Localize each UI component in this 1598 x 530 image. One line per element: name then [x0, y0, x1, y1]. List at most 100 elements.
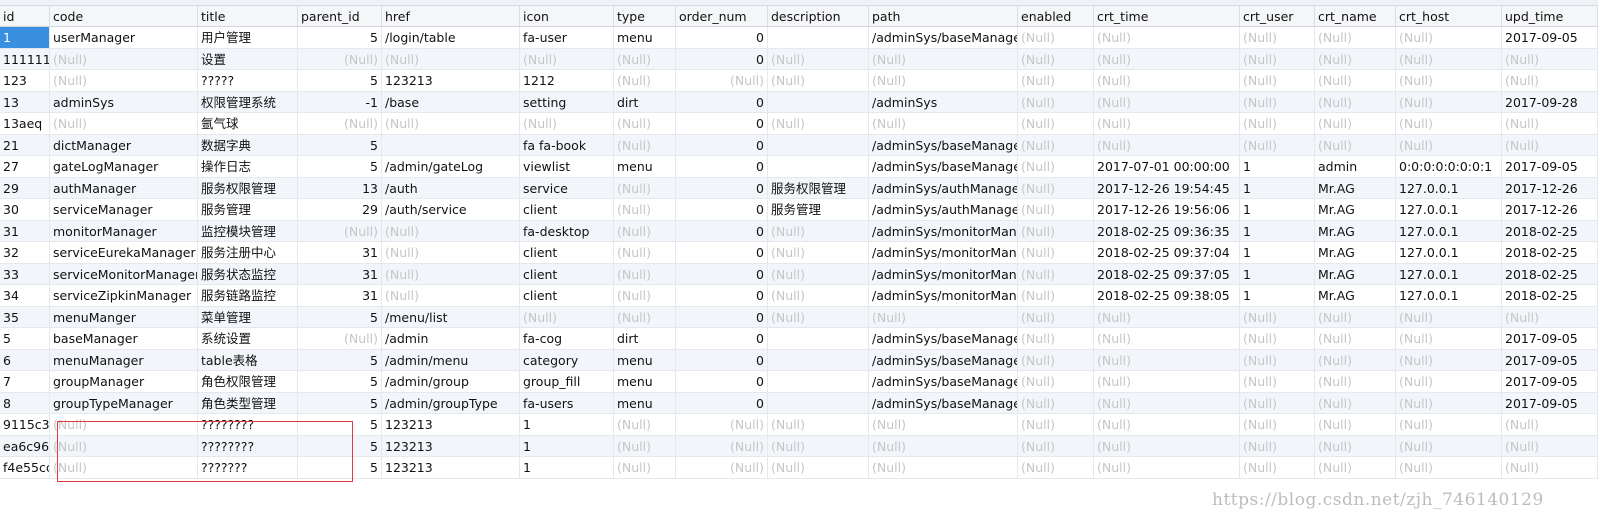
- cell-crt-host[interactable]: (Null): [1396, 414, 1502, 436]
- cell-type[interactable]: (Null): [614, 457, 676, 479]
- cell-crt-user[interactable]: 1: [1240, 156, 1315, 178]
- cell-href[interactable]: 123213: [382, 435, 520, 457]
- cell-type[interactable]: (Null): [614, 435, 676, 457]
- cell-title[interactable]: 设置: [198, 48, 298, 70]
- cell-crt-user[interactable]: (Null): [1240, 113, 1315, 135]
- column-header-enabled[interactable]: enabled: [1018, 6, 1094, 27]
- cell-path[interactable]: (Null): [869, 113, 1018, 135]
- column-header-description[interactable]: description: [768, 6, 869, 27]
- table-row[interactable]: 21 dictManager 数据字典 5 fa fa-book (Null) 0/admi…: [0, 134, 1598, 156]
- cell-enabled[interactable]: (Null): [1018, 27, 1094, 49]
- cell-crt-host[interactable]: (Null): [1396, 349, 1502, 371]
- cell-title[interactable]: ???????: [198, 457, 298, 479]
- cell-parent-id[interactable]: 5: [298, 435, 382, 457]
- cell-enabled[interactable]: (Null): [1018, 156, 1094, 178]
- cell-crt-user[interactable]: 1: [1240, 199, 1315, 221]
- cell-order-num[interactable]: 0: [676, 156, 768, 178]
- cell-description[interactable]: [768, 91, 869, 113]
- cell-upd-time[interactable]: (Null): [1502, 457, 1598, 479]
- cell-crt-name[interactable]: (Null): [1315, 371, 1396, 393]
- cell-crt-user[interactable]: (Null): [1240, 91, 1315, 113]
- table-row[interactable]: 8 groupTypeManager 角色类型管理 5/admin/groupType…: [0, 392, 1598, 414]
- cell-icon[interactable]: client: [520, 285, 614, 307]
- cell-title[interactable]: 菜单管理: [198, 306, 298, 328]
- cell-crt-user[interactable]: (Null): [1240, 349, 1315, 371]
- column-header-order-num[interactable]: order_num: [676, 6, 768, 27]
- cell-title[interactable]: ?????: [198, 70, 298, 92]
- cell-path[interactable]: /adminSys/authManager: [869, 177, 1018, 199]
- cell-enabled[interactable]: (Null): [1018, 113, 1094, 135]
- cell-parent-id[interactable]: (Null): [298, 328, 382, 350]
- cell-id[interactable]: 21: [0, 134, 50, 156]
- table-row[interactable]: 29 authManager 服务权限管理 13/auth service (Null) 0…: [0, 177, 1598, 199]
- cell-upd-time[interactable]: (Null): [1502, 113, 1598, 135]
- cell-path[interactable]: (Null): [869, 306, 1018, 328]
- cell-crt-time[interactable]: 2018-02-25 09:37:04: [1094, 242, 1240, 264]
- cell-id[interactable]: f4e55cc: [0, 457, 50, 479]
- cell-path[interactable]: /adminSys/monitorManag: [869, 220, 1018, 242]
- column-header-title[interactable]: title: [198, 6, 298, 27]
- cell-crt-time[interactable]: (Null): [1094, 113, 1240, 135]
- cell-code[interactable]: menuManger: [50, 306, 198, 328]
- cell-crt-user[interactable]: 1: [1240, 177, 1315, 199]
- cell-parent-id[interactable]: 5: [298, 392, 382, 414]
- cell-parent-id[interactable]: 5: [298, 70, 382, 92]
- cell-code[interactable]: monitorManager: [50, 220, 198, 242]
- cell-code[interactable]: (Null): [50, 48, 198, 70]
- cell-id[interactable]: 123: [0, 70, 50, 92]
- cell-type[interactable]: menu: [614, 27, 676, 49]
- cell-order-num[interactable]: 0: [676, 392, 768, 414]
- cell-crt-user[interactable]: (Null): [1240, 371, 1315, 393]
- table-row[interactable]: 7 groupManager 角色权限管理 5/admin/group group_fi…: [0, 371, 1598, 393]
- cell-crt-time[interactable]: 2018-02-25 09:36:35: [1094, 220, 1240, 242]
- cell-upd-time[interactable]: 2017-09-05: [1502, 328, 1598, 350]
- cell-enabled[interactable]: (Null): [1018, 199, 1094, 221]
- cell-crt-host[interactable]: (Null): [1396, 457, 1502, 479]
- cell-title[interactable]: 角色类型管理: [198, 392, 298, 414]
- cell-title[interactable]: 服务权限管理: [198, 177, 298, 199]
- cell-icon[interactable]: client: [520, 199, 614, 221]
- cell-code[interactable]: authManager: [50, 177, 198, 199]
- cell-id[interactable]: 9115c3: [0, 414, 50, 436]
- cell-crt-user[interactable]: (Null): [1240, 328, 1315, 350]
- cell-id[interactable]: 6: [0, 349, 50, 371]
- cell-type[interactable]: (Null): [614, 177, 676, 199]
- cell-title[interactable]: 用户管理: [198, 27, 298, 49]
- cell-code[interactable]: serviceZipkinManager: [50, 285, 198, 307]
- cell-id[interactable]: 33: [0, 263, 50, 285]
- cell-href[interactable]: 123213: [382, 457, 520, 479]
- cell-crt-host[interactable]: (Null): [1396, 48, 1502, 70]
- cell-crt-name[interactable]: (Null): [1315, 113, 1396, 135]
- cell-code[interactable]: gateLogManager: [50, 156, 198, 178]
- cell-upd-time[interactable]: (Null): [1502, 70, 1598, 92]
- cell-id[interactable]: 13aeq: [0, 113, 50, 135]
- cell-icon[interactable]: (Null): [520, 48, 614, 70]
- table-row[interactable]: ea6c96 (Null)???????? 5 123213 1 (Null) (Null)…: [0, 435, 1598, 457]
- cell-description[interactable]: [768, 27, 869, 49]
- cell-href[interactable]: /auth: [382, 177, 520, 199]
- column-header-crt-name[interactable]: crt_name: [1315, 6, 1396, 27]
- cell-crt-time[interactable]: (Null): [1094, 392, 1240, 414]
- table-row[interactable]: 13aeq (Null) 氩气球 (Null) (Null) (Null) (Null) 0(…: [0, 113, 1598, 135]
- table-row[interactable]: 9115c3 (Null)???????? 5 123213 1 (Null) (Null)…: [0, 414, 1598, 436]
- cell-order-num[interactable]: (Null): [676, 457, 768, 479]
- cell-crt-time[interactable]: (Null): [1094, 306, 1240, 328]
- cell-parent-id[interactable]: 31: [298, 263, 382, 285]
- cell-type[interactable]: dirt: [614, 328, 676, 350]
- table-row[interactable]: 30 serviceManager 服务管理 29/auth/service clien…: [0, 199, 1598, 221]
- cell-crt-user[interactable]: (Null): [1240, 414, 1315, 436]
- cell-crt-name[interactable]: (Null): [1315, 306, 1396, 328]
- cell-icon[interactable]: setting: [520, 91, 614, 113]
- cell-upd-time[interactable]: 2017-12-26: [1502, 199, 1598, 221]
- column-header-icon[interactable]: icon: [520, 6, 614, 27]
- cell-href[interactable]: /admin/group: [382, 371, 520, 393]
- cell-order-num[interactable]: 0: [676, 306, 768, 328]
- cell-crt-name[interactable]: Mr.AG: [1315, 285, 1396, 307]
- cell-description[interactable]: [768, 371, 869, 393]
- cell-crt-time[interactable]: 2017-12-26 19:56:06: [1094, 199, 1240, 221]
- cell-enabled[interactable]: (Null): [1018, 242, 1094, 264]
- cell-crt-time[interactable]: (Null): [1094, 328, 1240, 350]
- cell-description[interactable]: (Null): [768, 242, 869, 264]
- cell-title[interactable]: 监控模块管理: [198, 220, 298, 242]
- cell-type[interactable]: dirt: [614, 91, 676, 113]
